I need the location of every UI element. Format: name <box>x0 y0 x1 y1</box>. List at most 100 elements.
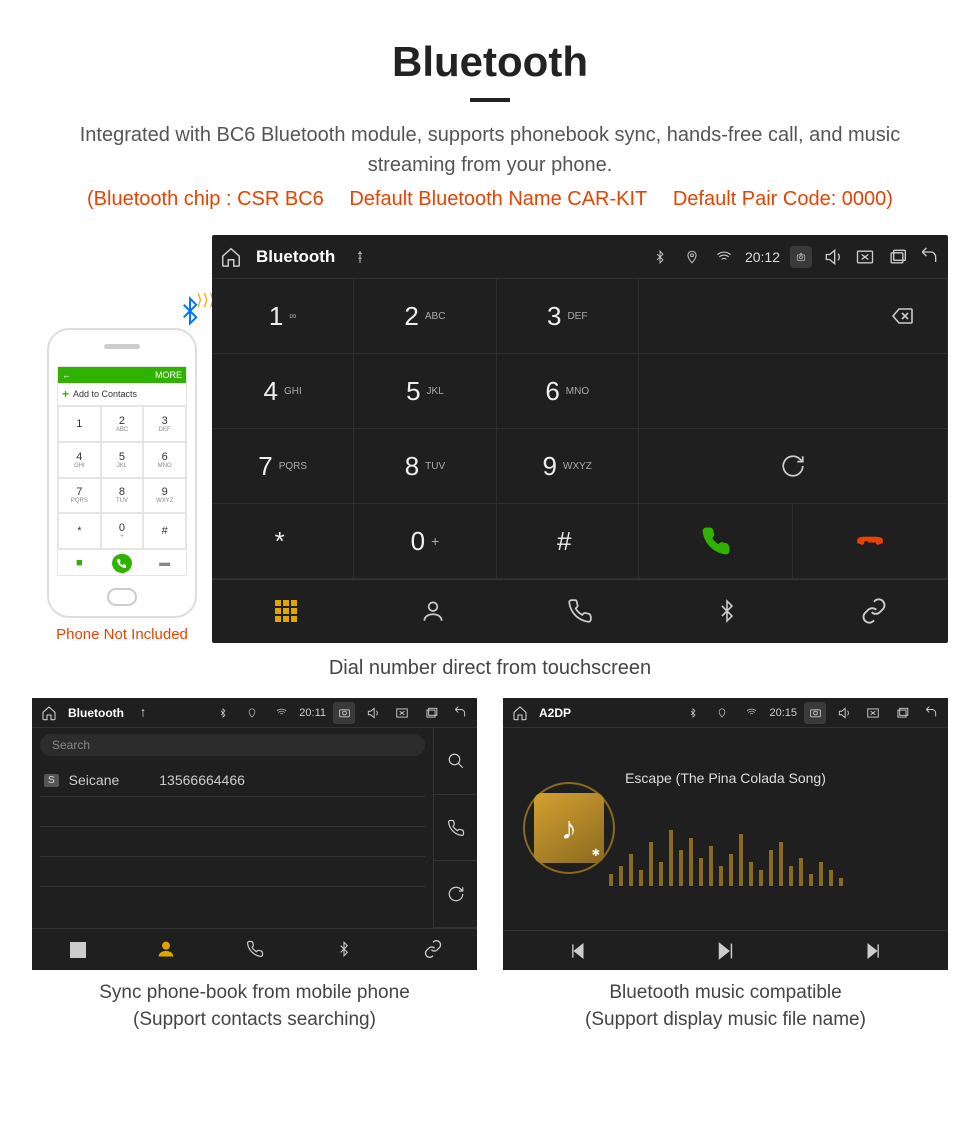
volume-icon[interactable] <box>833 702 855 724</box>
key-5[interactable]: 5JKL <box>354 354 496 429</box>
next-track-button[interactable] <box>800 931 948 970</box>
usb-icon <box>132 702 154 724</box>
key-2[interactable]: 2ABC <box>354 279 496 354</box>
volume-icon[interactable] <box>822 246 844 268</box>
wifi-icon <box>713 246 735 268</box>
phone-mock-column: ⟩⟩⟩ ← MORE + Add to Contacts 1 2ABC 3DEF… <box>32 328 212 643</box>
recent-apps-icon[interactable] <box>420 702 442 724</box>
screenshot-icon[interactable] <box>790 246 812 268</box>
key-0[interactable]: 0+ <box>354 504 496 579</box>
title-underline <box>470 98 510 102</box>
phone-key-5[interactable]: 5JKL <box>101 442 144 478</box>
call-hangup-button[interactable] <box>793 504 948 579</box>
home-icon[interactable] <box>220 246 242 268</box>
back-icon[interactable] <box>920 702 942 724</box>
spec-name: Default Bluetooth Name CAR-KIT <box>349 188 647 210</box>
phone-key-0[interactable]: 0+ <box>101 513 144 549</box>
clock-time: 20:12 <box>745 249 780 265</box>
contact-row[interactable]: S Seicane 13566664466 <box>40 764 425 797</box>
location-icon <box>681 246 703 268</box>
key-1[interactable]: 1∞ <box>212 279 354 354</box>
spec-code: Default Pair Code: 0000) <box>673 188 893 210</box>
side-call-button[interactable] <box>434 795 477 862</box>
key-3[interactable]: 3DEF <box>497 279 639 354</box>
plus-icon: + <box>62 387 69 401</box>
search-input[interactable]: Search <box>40 734 425 756</box>
phone-delete-icon[interactable]: ▬ <box>143 549 186 575</box>
page-title: Bluetooth <box>0 38 980 86</box>
key-7[interactable]: 7PQRS <box>212 429 354 504</box>
subtitle-text: Integrated with BC6 Bluetooth module, su… <box>0 120 980 180</box>
key-8[interactable]: 8TUV <box>354 429 496 504</box>
call-answer-button[interactable] <box>639 504 794 579</box>
side-sync-button[interactable] <box>434 861 477 928</box>
header-title: A2DP <box>539 706 571 720</box>
phone-keypad: 1 2ABC 3DEF 4GHI 5JKL 6MNO 7PQRS 8TUV 9W… <box>58 406 186 549</box>
location-icon <box>241 702 263 724</box>
empty-cell <box>639 354 948 429</box>
phone-key-1[interactable]: 1 <box>58 406 101 442</box>
tab-bluetooth[interactable] <box>654 580 801 641</box>
equalizer-visual <box>609 806 843 886</box>
phone-key-8[interactable]: 8TUV <box>101 478 144 514</box>
phone-key-6[interactable]: 6MNO <box>143 442 186 478</box>
volume-icon[interactable] <box>362 702 384 724</box>
play-pause-button[interactable] <box>651 931 799 970</box>
tab-keypad[interactable] <box>32 929 121 968</box>
wifi-icon <box>270 702 292 724</box>
tab-call-log[interactable] <box>210 929 299 968</box>
side-search-button[interactable] <box>434 728 477 795</box>
close-app-icon[interactable] <box>854 246 876 268</box>
phone-not-included-note: Phone Not Included <box>32 626 212 643</box>
music-caption: Bluetooth music compatible(Support displ… <box>503 980 948 1033</box>
close-app-icon[interactable] <box>391 702 413 724</box>
close-app-icon[interactable] <box>862 702 884 724</box>
redial-button[interactable] <box>639 429 948 504</box>
phone-key-3[interactable]: 3DEF <box>143 406 186 442</box>
key-star[interactable]: * <box>212 504 354 579</box>
tab-contacts[interactable] <box>121 929 210 968</box>
tab-pair[interactable] <box>388 929 477 968</box>
key-9[interactable]: 9WXYZ <box>497 429 639 504</box>
key-4[interactable]: 4GHI <box>212 354 354 429</box>
back-icon[interactable] <box>918 246 940 268</box>
phone-back-icon[interactable]: ← <box>62 370 71 380</box>
phone-key-9[interactable]: 9WXYZ <box>143 478 186 514</box>
recent-apps-icon[interactable] <box>891 702 913 724</box>
wifi-icon <box>740 702 762 724</box>
dialer-keypad: 1∞ 2ABC 3DEF 4GHI 5JKL 6MNO 7PQRS 8TUV 9… <box>212 279 639 579</box>
tab-keypad[interactable] <box>212 580 359 641</box>
tab-bluetooth[interactable] <box>299 929 388 968</box>
tab-pair[interactable] <box>801 580 948 641</box>
phone-key-hash[interactable]: # <box>143 513 186 549</box>
phone-key-7[interactable]: 7PQRS <box>58 478 101 514</box>
phone-call-button[interactable] <box>101 549 144 575</box>
main-caption: Dial number direct from touchscreen <box>0 657 980 680</box>
phone-app-header: ← MORE <box>58 367 186 383</box>
key-hash[interactable]: # <box>497 504 639 579</box>
screenshot-icon[interactable] <box>804 702 826 724</box>
phone-more-label[interactable]: MORE <box>155 370 182 380</box>
phone-key-star[interactable]: * <box>58 513 101 549</box>
phonebook-caption: Sync phone-book from mobile phone(Suppor… <box>32 980 477 1033</box>
home-icon[interactable] <box>38 702 60 724</box>
prev-track-button[interactable] <box>503 931 651 970</box>
main-dialer-screen: Bluetooth 20:12 1∞ 2ABC 3DEF 4GHI <box>212 235 948 643</box>
phone-key-4[interactable]: 4GHI <box>58 442 101 478</box>
spec-chip: (Bluetooth chip : CSR BC6 <box>87 188 324 210</box>
phone-key-2[interactable]: 2ABC <box>101 406 144 442</box>
phone-video-icon[interactable]: ■ <box>58 549 101 575</box>
tab-call-log[interactable] <box>506 580 653 641</box>
header-title: Bluetooth <box>68 706 124 720</box>
home-icon[interactable] <box>509 702 531 724</box>
phonebook-screen: Bluetooth 20:11 Search S Seicane <box>32 698 477 970</box>
music-note-icon: ♪✱ <box>534 793 604 863</box>
recent-apps-icon[interactable] <box>886 246 908 268</box>
back-icon[interactable] <box>449 702 471 724</box>
tab-contacts[interactable] <box>359 580 506 641</box>
key-6[interactable]: 6MNO <box>497 354 639 429</box>
backspace-button[interactable] <box>639 279 948 354</box>
bluetooth-status-icon <box>212 702 234 724</box>
screenshot-icon[interactable] <box>333 702 355 724</box>
add-to-contacts-row[interactable]: + Add to Contacts <box>58 383 186 406</box>
